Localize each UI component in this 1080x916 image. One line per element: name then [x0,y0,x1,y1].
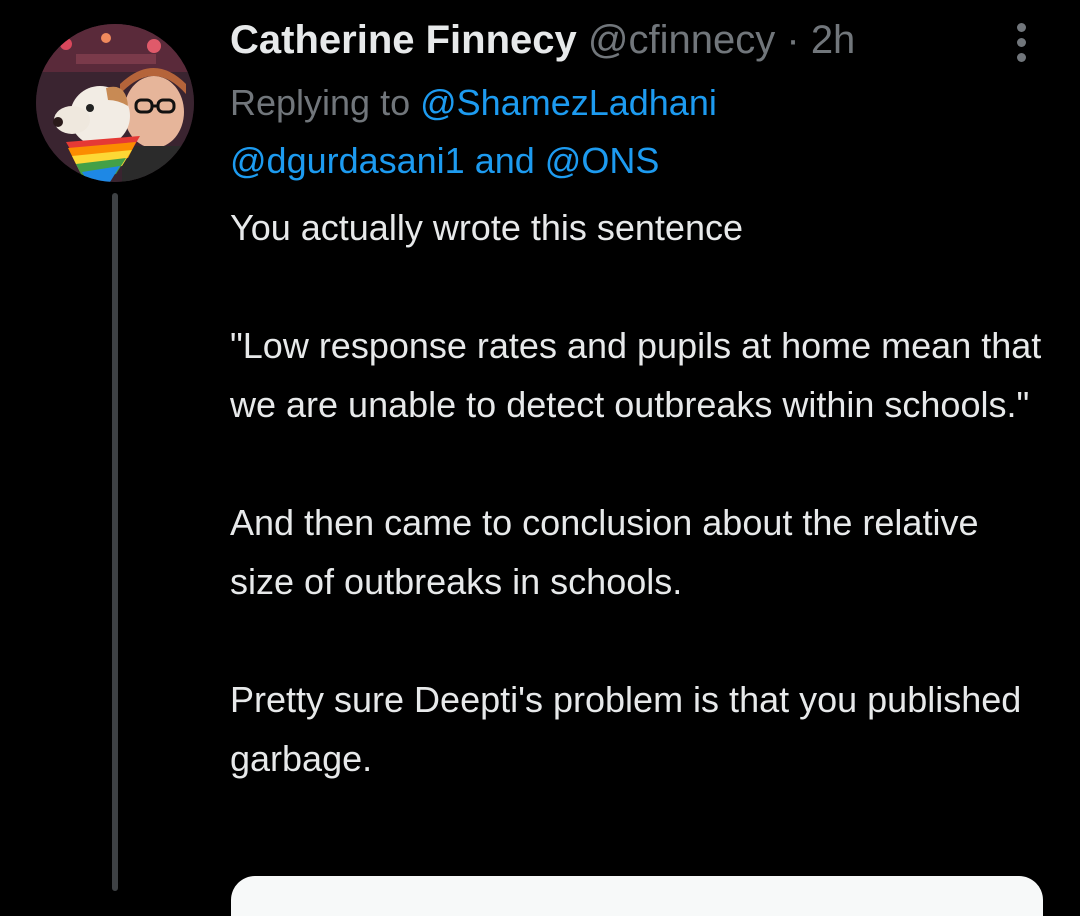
thread-connector-line [112,193,118,891]
tweet-header: Catherine Finnecy @cfinnecy · 2h [230,14,855,66]
menu-dot [1016,52,1026,62]
tweet-paragraph: "Low response rates and pupils at home m… [230,325,1042,425]
avatar[interactable] [36,24,194,182]
display-name[interactable]: Catherine Finnecy [230,18,577,62]
separator-dot: · [786,18,800,62]
menu-dot [1016,37,1026,47]
mention-link-shamezladhani[interactable]: @ShamezLadhani [420,82,717,123]
tweet-paragraph: Pretty sure Deepti's problem is that you… [230,679,1022,779]
avatar-photo-icon [36,24,194,182]
reply-tweet[interactable]: Catherine Finnecy @cfinnecy · 2h Replyin… [0,0,1080,916]
timestamp[interactable]: 2h [811,18,856,62]
menu-dot [1016,22,1026,32]
tweet-body: You actually wrote this sentence "Low re… [230,198,1050,788]
quoted-card-edge[interactable] [231,876,1043,916]
mention-link-dgurdasani1[interactable]: @dgurdasani1 [230,140,465,181]
tweet-paragraph: And then came to conclusion about the re… [230,502,979,602]
user-handle[interactable]: @cfinnecy [588,18,775,62]
mention-joiner: and [464,140,545,181]
mention-link-ons[interactable]: @ONS [545,140,660,181]
replying-to-line: Replying to @ShamezLadhani @dgurdasani1 … [230,74,1050,190]
replying-to-label: Replying to [230,82,421,123]
more-options-icon[interactable] [1004,20,1038,64]
tweet-paragraph: You actually wrote this sentence [230,207,743,248]
